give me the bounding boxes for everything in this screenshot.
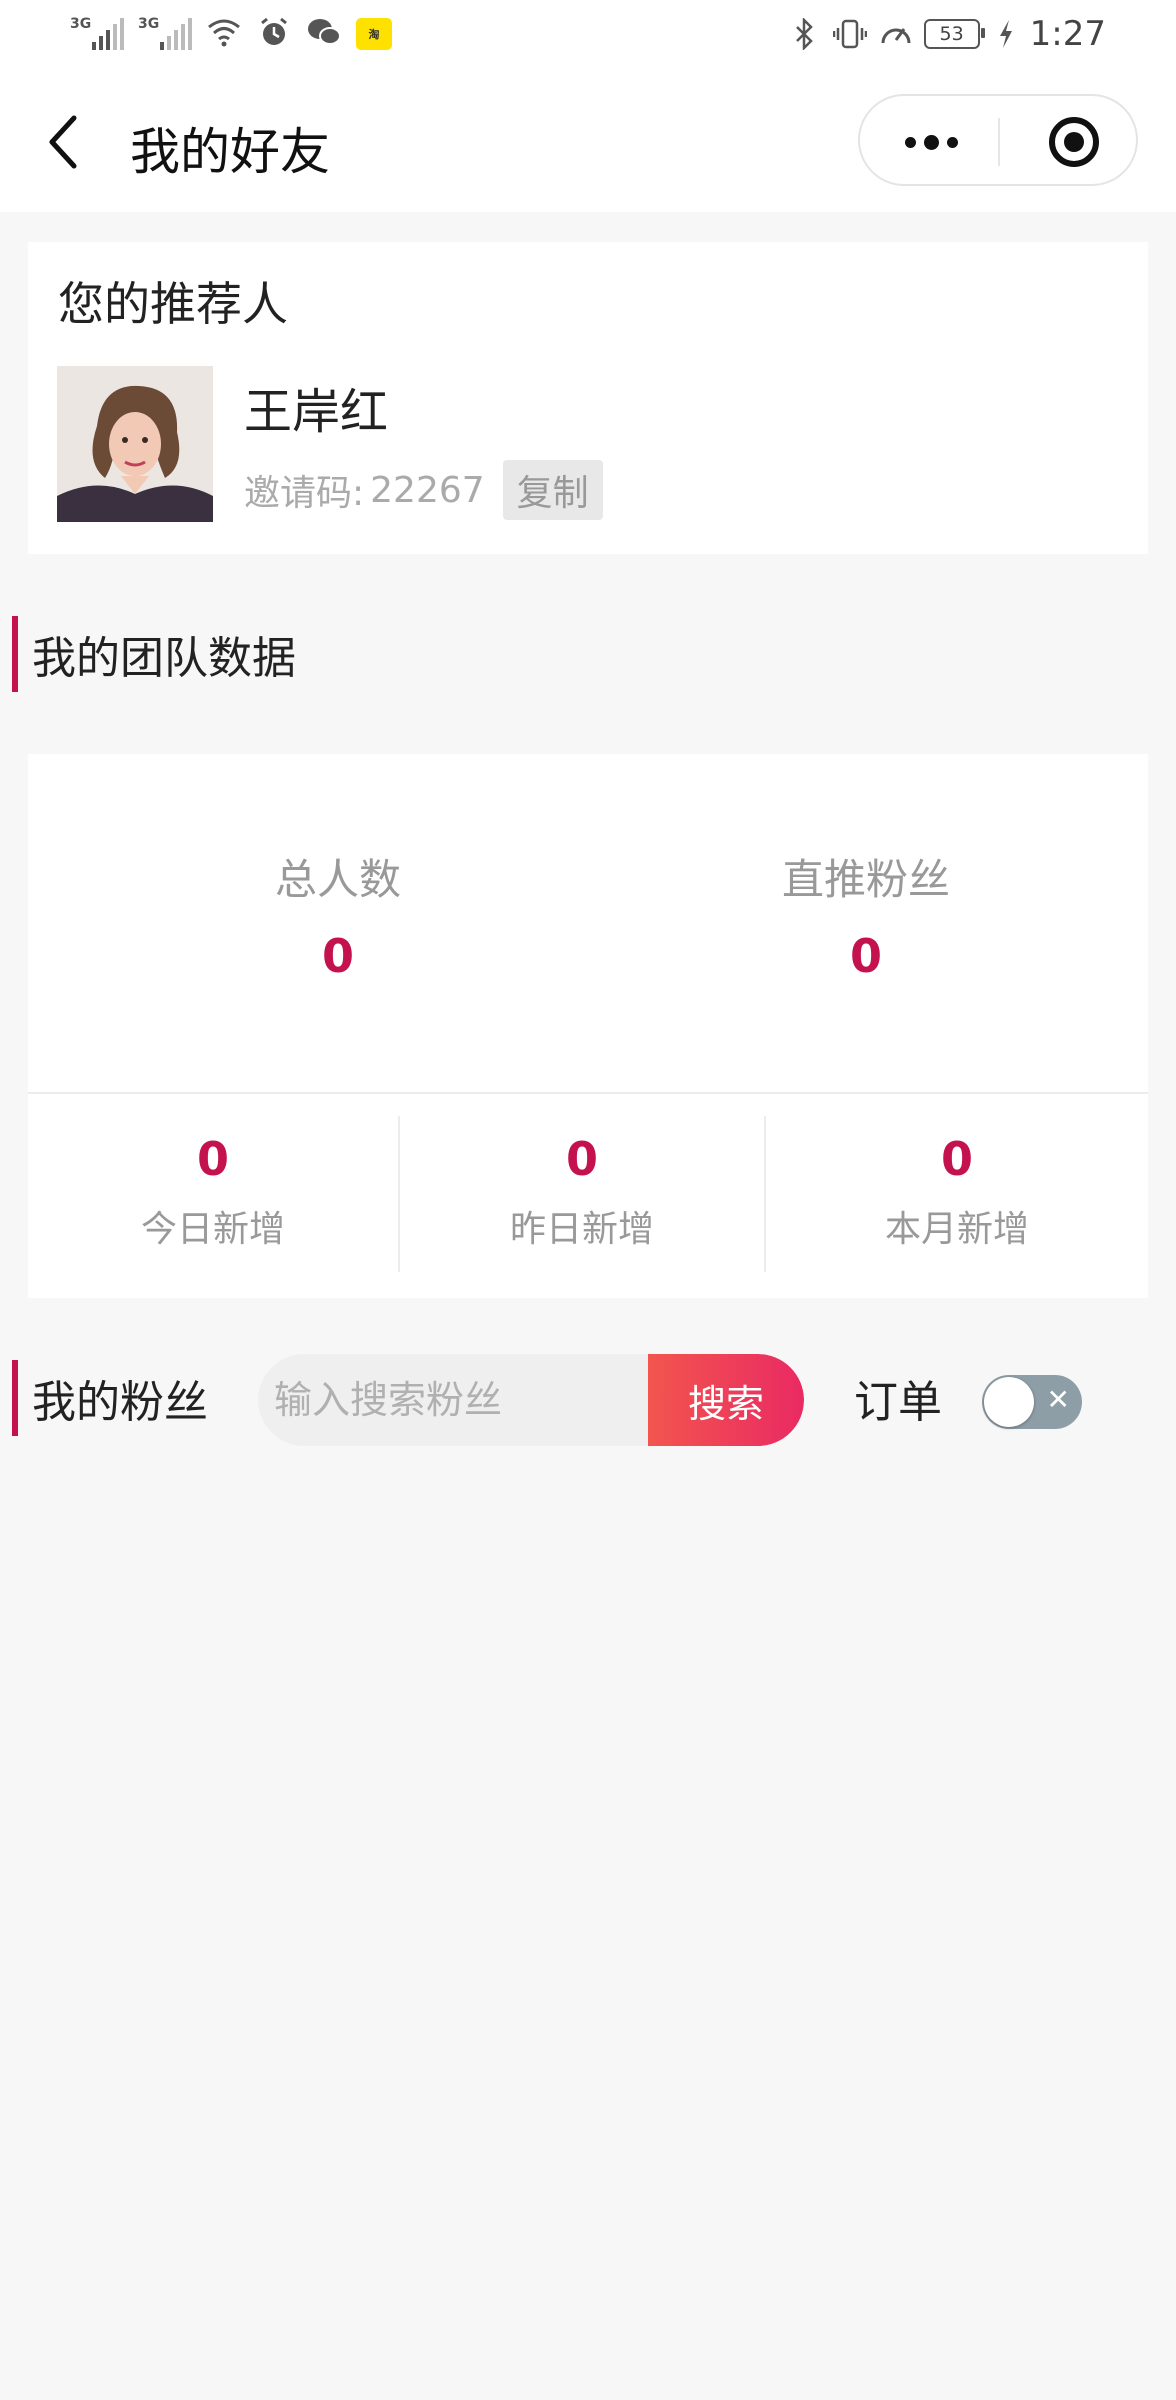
nav-bar: 我的好友 [0, 70, 1176, 212]
taobao-app-icon: 淘 [356, 18, 392, 50]
alarm-icon [256, 14, 292, 50]
stat-total: 总人数 0 [108, 846, 568, 983]
stat-direct-value: 0 [849, 929, 882, 983]
team-section-header: 我的团队数据 [12, 616, 296, 692]
stat-direct-label: 直推粉丝 [781, 855, 950, 904]
stats-divider [28, 1092, 1148, 1094]
stat-month-label: 本月新增 [884, 1209, 1029, 1250]
fans-search-input[interactable] [258, 1354, 648, 1446]
stat-month: 0 本月新增 [766, 1132, 1148, 1252]
invite-code-label: 邀请码: [244, 473, 365, 514]
stat-total-label: 总人数 [274, 855, 401, 904]
fans-section-header: 我的粉丝 [12, 1360, 208, 1436]
fans-search-box: 搜索 [258, 1354, 804, 1446]
toggle-knob [984, 1377, 1034, 1427]
stat-yesterday-value: 0 [565, 1132, 598, 1186]
referrer-card: 您的推荐人 王岸红 邀请码: 22267 复制 [28, 242, 1148, 554]
wifi-icon [206, 14, 242, 50]
stat-yesterday: 0 昨日新增 [400, 1132, 764, 1252]
signal-icon: 3G [138, 14, 192, 50]
wechat-icon [306, 14, 342, 50]
team-section-title: 我的团队数据 [32, 633, 296, 684]
order-toggle[interactable]: ✕ [982, 1375, 1082, 1429]
battery-indicator: 53 [923, 19, 985, 49]
speed-gauge-icon [878, 16, 914, 52]
signal-icon: 3G [70, 14, 124, 50]
copy-button[interactable]: 复制 [502, 460, 603, 520]
order-toggle-label: 订单 [854, 1377, 942, 1428]
more-dots-icon[interactable] [898, 120, 964, 164]
section-accent-bar [12, 1360, 18, 1436]
vibrate-icon [832, 16, 868, 52]
referrer-name: 王岸红 [244, 384, 389, 440]
stat-total-value: 0 [321, 929, 354, 983]
signal-type-label: 3G [138, 16, 160, 32]
invite-code-value: 22267 [370, 469, 485, 511]
stat-yesterday-label: 昨日新增 [509, 1209, 654, 1250]
target-circle-icon[interactable] [1048, 116, 1100, 168]
stat-month-value: 0 [940, 1132, 973, 1186]
status-right: 53 1:27 [786, 14, 1106, 54]
stat-today-value: 0 [196, 1132, 229, 1186]
section-accent-bar [12, 616, 18, 692]
close-icon: ✕ [1046, 1383, 1070, 1416]
referrer-section-title: 您的推荐人 [58, 277, 288, 331]
stat-today: 0 今日新增 [28, 1132, 398, 1252]
capsule-divider [998, 118, 1000, 166]
referrer-avatar [57, 366, 213, 522]
clock-time: 1:27 [1029, 14, 1106, 54]
charging-icon [996, 16, 1016, 52]
bluetooth-icon [786, 16, 822, 52]
search-button[interactable]: 搜索 [648, 1354, 804, 1446]
team-stats-card: 总人数 0 直推粉丝 0 0 今日新增 0 昨日新增 0 本月新增 [28, 754, 1148, 1298]
miniapp-capsule [858, 94, 1138, 186]
invite-code-row: 邀请码: 22267 复制 [244, 460, 603, 520]
page-title: 我的好友 [130, 123, 330, 181]
status-bar: 3G 3G 淘 53 1:27 [0, 0, 1176, 70]
fans-section-title: 我的粉丝 [32, 1377, 208, 1428]
back-arrow-icon[interactable] [44, 114, 84, 170]
signal-type-label: 3G [70, 16, 92, 32]
stat-today-label: 今日新增 [140, 1209, 285, 1250]
stat-direct-fans: 直推粉丝 0 [636, 846, 1096, 983]
status-left: 3G 3G 淘 [70, 14, 392, 50]
